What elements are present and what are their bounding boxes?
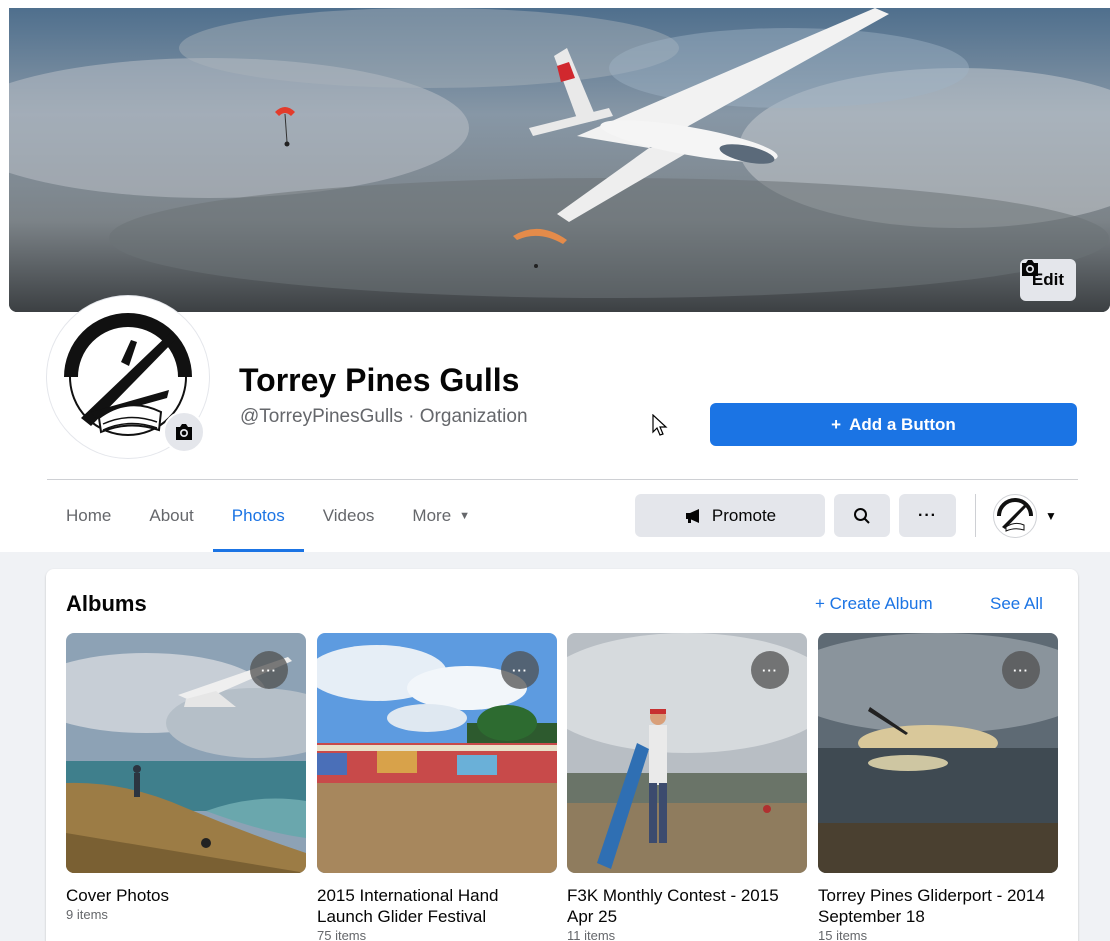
tab-photos-label: Photos bbox=[231, 506, 285, 525]
create-album-link[interactable]: + Create Album bbox=[815, 594, 933, 614]
create-album-label: Create Album bbox=[829, 594, 933, 613]
promote-label: Promote bbox=[711, 505, 777, 525]
ellipsis-icon: ··· bbox=[918, 506, 937, 524]
update-profile-picture-button[interactable] bbox=[163, 411, 205, 453]
tab-videos[interactable]: Videos bbox=[304, 480, 394, 552]
album-card[interactable]: ··· 2015 International Hand Launch Glide… bbox=[317, 633, 557, 941]
album-thumbnail[interactable]: ··· bbox=[818, 633, 1058, 873]
plus-icon: + bbox=[831, 414, 842, 434]
page-subtitle: @TorreyPinesGulls · Organization bbox=[240, 406, 528, 427]
tab-more-label: More bbox=[412, 506, 452, 525]
account-switcher[interactable]: ▼ bbox=[993, 494, 1057, 538]
tab-photos[interactable]: Photos bbox=[212, 480, 304, 552]
search-icon bbox=[854, 507, 870, 524]
cover-photo: Edit bbox=[9, 8, 1110, 312]
edit-cover-button[interactable]: Edit bbox=[1019, 259, 1076, 301]
add-a-button-button[interactable]: + Add a Button bbox=[710, 403, 1077, 446]
albums-section: Albums + Create Album See All ··· Cover bbox=[46, 569, 1078, 941]
page-title: Torrey Pines Gulls bbox=[239, 362, 520, 398]
tab-home-label: Home bbox=[66, 506, 112, 525]
promote-button[interactable]: Promote bbox=[635, 494, 825, 537]
album-thumbnail[interactable]: ··· bbox=[317, 633, 557, 873]
toolbar-separator bbox=[975, 494, 976, 537]
album-card[interactable]: ··· F3K Monthly Contest - 2015 Apr 25 11… bbox=[567, 633, 807, 941]
album-menu-button[interactable]: ··· bbox=[751, 651, 789, 689]
album-menu-button[interactable]: ··· bbox=[501, 651, 539, 689]
mouse-cursor-icon bbox=[652, 414, 668, 436]
album-thumbnail[interactable]: ··· bbox=[567, 633, 807, 873]
album-count: 15 items bbox=[818, 928, 868, 941]
album-count: 9 items bbox=[66, 907, 108, 922]
page-logo-avatar-icon bbox=[995, 496, 1035, 536]
tab-home[interactable]: Home bbox=[47, 480, 130, 552]
album-menu-button[interactable]: ··· bbox=[250, 651, 288, 689]
plus-icon: + bbox=[815, 594, 830, 613]
caret-down-icon: ▼ bbox=[459, 510, 471, 522]
album-thumbnail[interactable]: ··· bbox=[66, 633, 306, 873]
album-name[interactable]: Cover Photos bbox=[66, 885, 306, 906]
see-all-link[interactable]: See All bbox=[990, 594, 1043, 614]
album-name[interactable]: 2015 International Hand Launch Glider Fe… bbox=[317, 885, 557, 927]
album-count: 75 items bbox=[317, 928, 367, 941]
tab-about[interactable]: About bbox=[130, 480, 212, 552]
more-options-button[interactable]: ··· bbox=[899, 494, 956, 537]
tab-about-label: About bbox=[149, 506, 194, 525]
page-tabs: Home About Photos Videos More ▼ bbox=[47, 480, 489, 552]
avatar bbox=[993, 494, 1037, 538]
album-menu-button[interactable]: ··· bbox=[1002, 651, 1040, 689]
camera-icon bbox=[1021, 260, 1038, 276]
camera-icon bbox=[176, 424, 192, 440]
megaphone-icon bbox=[685, 508, 699, 523]
album-card[interactable]: ··· Cover Photos 9 items bbox=[66, 633, 306, 922]
album-name[interactable]: Torrey Pines Gliderport - 2014 September… bbox=[818, 885, 1058, 927]
add-a-button-label: Add a Button bbox=[849, 414, 956, 434]
tab-more[interactable]: More ▼ bbox=[393, 480, 489, 552]
tab-videos-label: Videos bbox=[322, 506, 375, 525]
albums-title: Albums bbox=[66, 591, 147, 616]
album-count: 11 items bbox=[567, 928, 616, 941]
album-name[interactable]: F3K Monthly Contest - 2015 Apr 25 bbox=[567, 885, 807, 927]
album-card[interactable]: ··· Torrey Pines Gliderport - 2014 Septe… bbox=[818, 633, 1058, 941]
caret-down-icon: ▼ bbox=[1045, 509, 1057, 523]
search-button[interactable] bbox=[834, 494, 890, 537]
cover-image bbox=[9, 8, 1110, 312]
